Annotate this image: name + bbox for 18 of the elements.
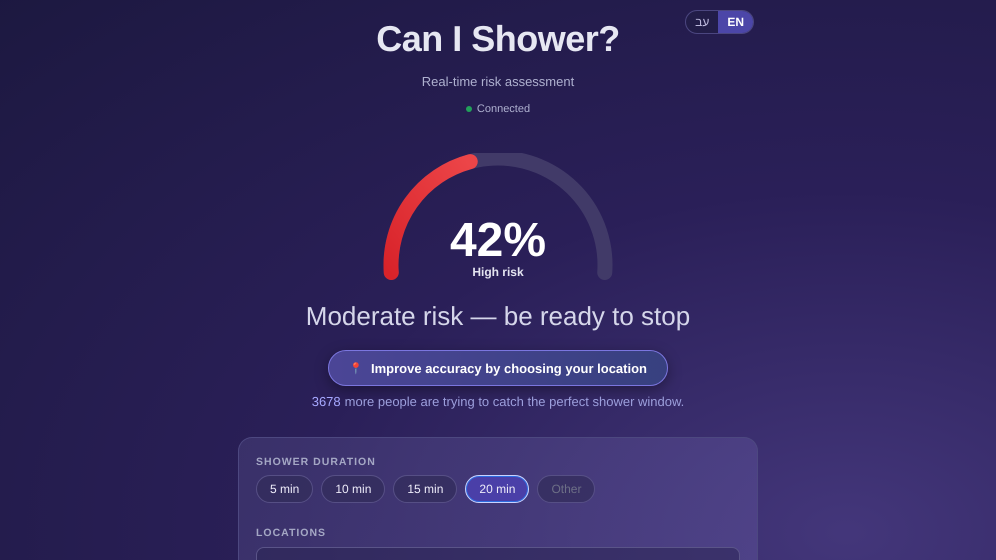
risk-caption: High risk <box>471 265 525 279</box>
language-option[interactable]: עב <box>686 11 718 33</box>
language-option[interactable]: EN <box>718 11 753 33</box>
crowd-text: more people are trying to catch the perfect shower window. <box>344 394 684 409</box>
duration-chip[interactable]: 5 min <box>256 475 314 503</box>
duration-chip[interactable]: 10 min <box>321 475 386 503</box>
duration-chip[interactable]: 15 min <box>393 475 458 503</box>
pin-icon: 📍 <box>349 362 364 374</box>
section-label: LOCATIONS <box>256 527 328 539</box>
status-text: Connected <box>476 103 530 115</box>
app-title: Can I Shower? <box>376 18 620 60</box>
duration-chip[interactable]: 20 min <box>465 475 530 503</box>
verdict-text: Moderate risk — be ready to stop <box>306 301 690 332</box>
location-button[interactable]: 📍 Improve accuracy by choosing your location <box>328 350 668 386</box>
risk-percentage: 42% <box>448 213 548 267</box>
people-count: 3678 <box>312 394 341 409</box>
subtitle: Real-time risk assessment <box>422 74 574 89</box>
section-label: SHOWER DURATION <box>256 456 377 468</box>
